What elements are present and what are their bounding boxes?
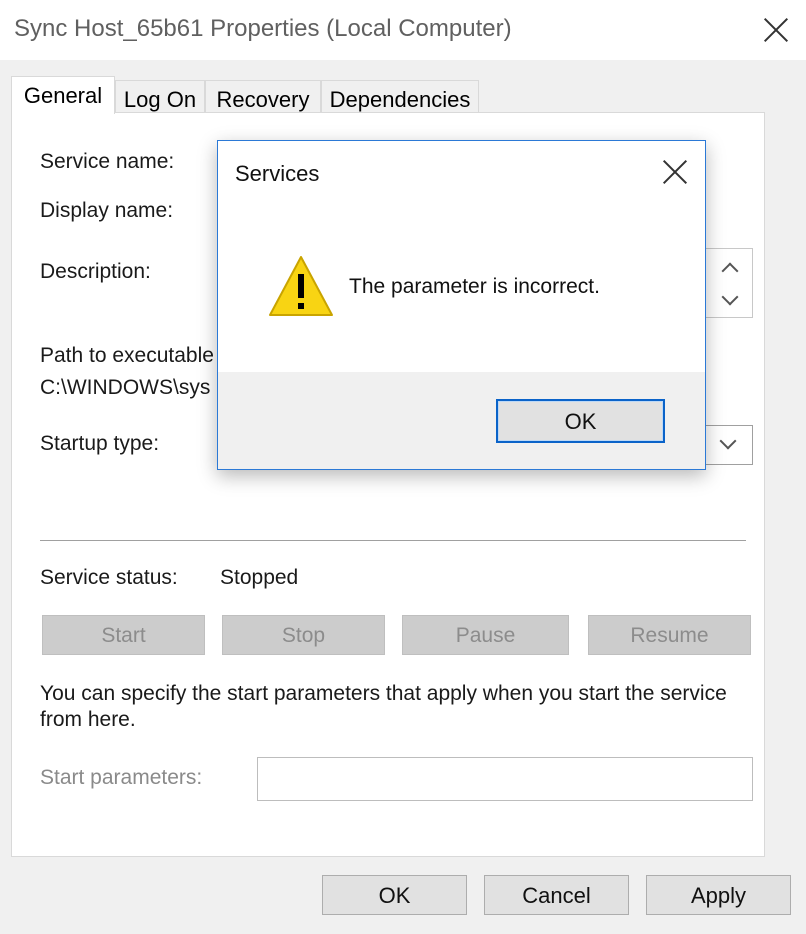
tab-dependencies[interactable]: Dependencies [321, 80, 479, 113]
service-status-value: Stopped [220, 566, 299, 589]
tab-general[interactable]: General [11, 76, 115, 114]
path-value: C:\WINDOWS\sys [40, 376, 211, 399]
start-parameters-input[interactable] [257, 757, 753, 801]
ok-button[interactable]: OK [322, 875, 467, 915]
title-bar[interactable]: Sync Host_65b61 Properties (Local Comput… [0, 0, 806, 60]
resume-button[interactable]: Resume [588, 615, 751, 655]
description-label: Description: [40, 260, 151, 283]
scroll-up-icon[interactable] [721, 262, 739, 280]
display-name-label: Display name: [40, 199, 174, 222]
tab-log-on[interactable]: Log On [115, 80, 205, 113]
path-label: Path to executable [40, 344, 214, 367]
dialog-message: The parameter is incorrect. [349, 275, 600, 298]
start-button[interactable]: Start [42, 615, 205, 655]
startup-type-label: Startup type: [40, 432, 160, 455]
apply-button[interactable]: Apply [646, 875, 791, 915]
stop-button[interactable]: Stop [222, 615, 385, 655]
cancel-button[interactable]: Cancel [484, 875, 629, 915]
warning-icon [269, 256, 333, 316]
tab-recovery[interactable]: Recovery [205, 80, 321, 113]
window-title: Sync Host_65b61 Properties (Local Comput… [14, 15, 512, 42]
dialog-footer: OK [218, 372, 705, 469]
hint-text-line1: You can specify the start parameters tha… [40, 682, 727, 705]
service-name-label: Service name: [40, 150, 175, 173]
pause-button[interactable]: Pause [402, 615, 569, 655]
dialog-title: Services [235, 161, 320, 186]
chevron-down-icon[interactable] [719, 432, 737, 450]
dialog-ok-button[interactable]: OK [496, 399, 665, 443]
dialog-close-icon[interactable] [661, 158, 689, 186]
description-scrollbar[interactable] [705, 248, 753, 318]
hint-text-line2: from here. [40, 708, 136, 731]
divider [40, 540, 746, 541]
startup-type-dropdown[interactable] [705, 425, 753, 465]
start-parameters-label: Start parameters: [40, 766, 203, 789]
service-status-label: Service status: [40, 566, 178, 589]
close-icon[interactable] [762, 16, 790, 44]
scroll-down-icon[interactable] [721, 288, 739, 306]
error-dialog: Services The parameter is incorrect. OK [217, 140, 706, 470]
